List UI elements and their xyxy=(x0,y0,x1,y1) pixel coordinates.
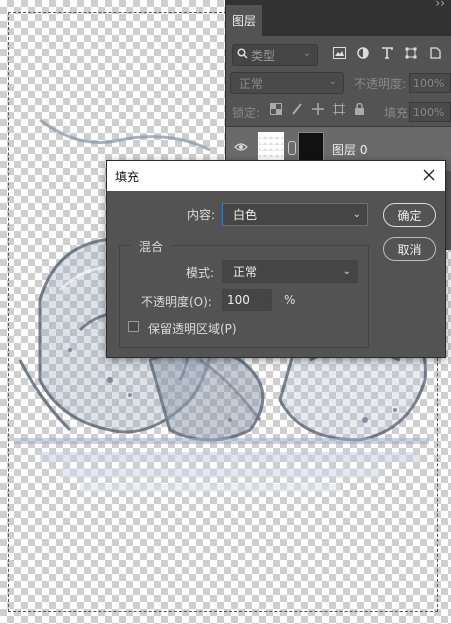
layer-filter-row: 类型 ⌄ xyxy=(232,44,318,66)
fill-dialog: 填充 内容: 白色 ⌄ 混合 模式: 正常 ⌄ 不透明度(O): 100 % 保… xyxy=(106,160,446,358)
opacity-label: 不透明度: xyxy=(354,77,407,91)
smart-object-filter-icon[interactable] xyxy=(428,46,442,60)
dialog-opacity-input[interactable]: 100 xyxy=(222,289,272,311)
lock-all-icon[interactable] xyxy=(354,102,365,118)
pixel-layer-filter-icon[interactable] xyxy=(332,46,346,60)
lock-row: 锁定: 填充: 100% xyxy=(232,102,451,122)
mode-select[interactable]: 正常 ⌄ xyxy=(222,260,358,283)
content-label: 内容: xyxy=(187,208,216,222)
chevron-down-icon: ⌄ xyxy=(352,209,361,220)
mode-value: 正常 xyxy=(233,265,258,279)
opacity-input[interactable]: 100% xyxy=(409,73,451,93)
cancel-button[interactable]: 取消 xyxy=(383,237,436,261)
content-select[interactable]: 白色 ⌄ xyxy=(222,203,368,226)
fill-label: 填充: xyxy=(384,106,413,120)
blend-mode-row: 正常 ⌄ xyxy=(230,72,344,94)
lock-position-icon[interactable] xyxy=(312,103,324,118)
content-value: 白色 xyxy=(233,208,258,222)
filter-type-label: 类型 xyxy=(251,48,276,63)
preserve-transparency-label[interactable]: 保留透明区域(P) xyxy=(148,320,237,337)
dialog-titlebar[interactable]: 填充 xyxy=(107,161,445,191)
filter-icons xyxy=(332,46,442,60)
close-icon[interactable] xyxy=(419,165,439,185)
lock-artboard-icon[interactable] xyxy=(333,103,345,118)
lock-image-pixels-icon[interactable] xyxy=(291,103,303,118)
eye-icon[interactable] xyxy=(234,141,248,156)
panel-tabbar: 图层 ›› xyxy=(226,0,451,36)
panel-menu-icon[interactable]: ›› xyxy=(435,0,445,10)
dialog-title: 填充 xyxy=(115,169,140,184)
search-icon xyxy=(237,48,248,62)
adjustment-layer-filter-icon[interactable] xyxy=(356,46,370,60)
type-layer-filter-icon[interactable] xyxy=(380,46,394,60)
mode-label: 模式: xyxy=(186,266,215,280)
chevron-down-icon: ⌄ xyxy=(342,266,351,277)
lock-transparent-pixels-icon[interactable] xyxy=(270,103,282,118)
chevron-down-icon: ⌄ xyxy=(328,76,337,87)
chevron-down-icon: ⌄ xyxy=(302,48,311,59)
layer-name[interactable]: 图层 0 xyxy=(332,141,367,158)
percent-unit: % xyxy=(284,293,296,307)
lock-icons xyxy=(270,102,365,118)
blend-mode-value: 正常 xyxy=(239,76,264,91)
blending-group-title: 混合 xyxy=(131,238,172,255)
fill-input[interactable]: 100% xyxy=(409,102,451,122)
chain-link-icon[interactable] xyxy=(288,141,296,155)
layer-filter-select[interactable]: 类型 ⌄ xyxy=(232,44,318,66)
ok-button[interactable]: 确定 xyxy=(383,203,436,227)
dialog-opacity-label: 不透明度(O): xyxy=(141,295,212,309)
preserve-transparency-checkbox[interactable] xyxy=(128,321,139,332)
tab-layers[interactable]: 图层 xyxy=(226,5,262,36)
lock-label: 锁定: xyxy=(232,106,261,120)
shape-layer-filter-icon[interactable] xyxy=(404,46,418,60)
blend-mode-select[interactable]: 正常 ⌄ xyxy=(230,72,344,94)
